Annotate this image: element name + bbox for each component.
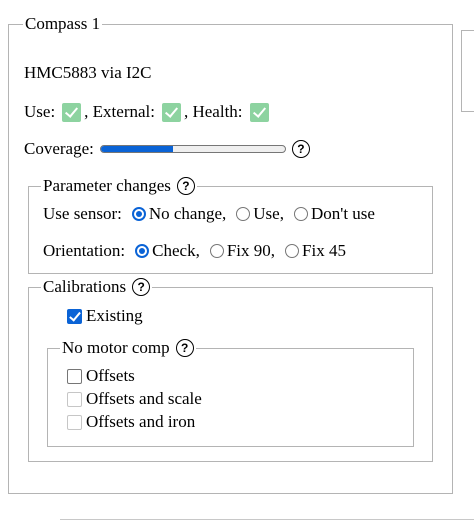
offsets-iron-row: Offsets and iron — [67, 412, 195, 432]
offsets-row: Offsets — [67, 366, 135, 386]
external-check-icon — [161, 102, 181, 122]
offsets-label[interactable]: Offsets — [86, 366, 135, 386]
use-sensor-label: Use sensor: — [43, 204, 122, 223]
use-sensor-row: Use sensor: No change, Use, Don't use — [43, 204, 375, 224]
calibrations-title: Calibrations — [43, 277, 127, 296]
orientation-check-label[interactable]: Check, — [152, 241, 200, 261]
existing-label[interactable]: Existing — [86, 306, 143, 326]
offsets-scale-label: Offsets and scale — [86, 389, 202, 408]
parameter-changes-help-icon[interactable]: ? — [176, 177, 195, 195]
use-sensor-use-label[interactable]: Use, — [253, 204, 284, 224]
adjacent-panel-edge — [461, 30, 474, 112]
device-label-row: HMC5883 via I2C — [24, 63, 152, 83]
coverage-progress-fill — [100, 146, 173, 152]
external-label: , External: — [84, 102, 155, 121]
use-label: Use: — [24, 102, 56, 121]
health-check-icon — [249, 102, 269, 122]
use-sensor-dont-use-radio[interactable] — [293, 207, 308, 221]
coverage-progress-bar — [99, 145, 286, 153]
device-label: HMC5883 via I2C — [24, 63, 152, 82]
existing-row: Existing — [67, 306, 143, 326]
compass-legend: Compass 1 — [25, 14, 101, 33]
offsets-scale-row: Offsets and scale — [67, 389, 202, 409]
use-sensor-no-change-label[interactable]: No change, — [149, 204, 226, 224]
existing-checkbox[interactable] — [67, 308, 82, 324]
offsets-iron-checkbox[interactable] — [67, 414, 82, 430]
status-row: Use: , External: , Health: — [24, 102, 272, 122]
parameter-changes-title: Parameter changes — [43, 176, 171, 195]
coverage-label: Coverage: — [24, 139, 94, 158]
motor-comp-title: No motor comp — [62, 338, 170, 357]
parameter-changes-legend: Parameter changes ? — [41, 176, 197, 196]
motor-comp-help-icon[interactable]: ? — [175, 339, 194, 357]
use-sensor-no-change-radio[interactable] — [131, 207, 146, 221]
offsets-checkbox[interactable] — [67, 368, 82, 384]
orientation-fix45-radio[interactable] — [285, 244, 300, 258]
offsets-scale-checkbox[interactable] — [67, 391, 82, 407]
orientation-check-radio[interactable] — [135, 244, 150, 258]
orientation-row: Orientation: Check, Fix 90, Fix 45 — [43, 241, 346, 261]
use-check-icon — [62, 102, 82, 122]
orientation-label: Orientation: — [43, 241, 126, 260]
health-label: , Health: — [183, 102, 243, 121]
page: Compass 1 HMC5883 via I2C Use: , Externa… — [0, 0, 474, 522]
use-sensor-use-radio[interactable] — [236, 207, 251, 221]
motor-comp-legend: No motor comp ? — [60, 338, 196, 358]
use-sensor-dont-use-label[interactable]: Don't use — [311, 204, 375, 224]
orientation-fix45-label[interactable]: Fix 45 — [302, 241, 346, 261]
calibrations-legend: Calibrations ? — [41, 277, 152, 297]
coverage-help-icon[interactable]: ? — [291, 140, 310, 158]
coverage-row: Coverage: ? — [24, 139, 310, 159]
calibrations-help-icon[interactable]: ? — [132, 278, 151, 296]
orientation-fix90-radio[interactable] — [209, 244, 224, 258]
orientation-fix90-label[interactable]: Fix 90, — [227, 241, 275, 261]
bottom-divider — [60, 519, 474, 520]
offsets-iron-label: Offsets and iron — [86, 412, 196, 431]
